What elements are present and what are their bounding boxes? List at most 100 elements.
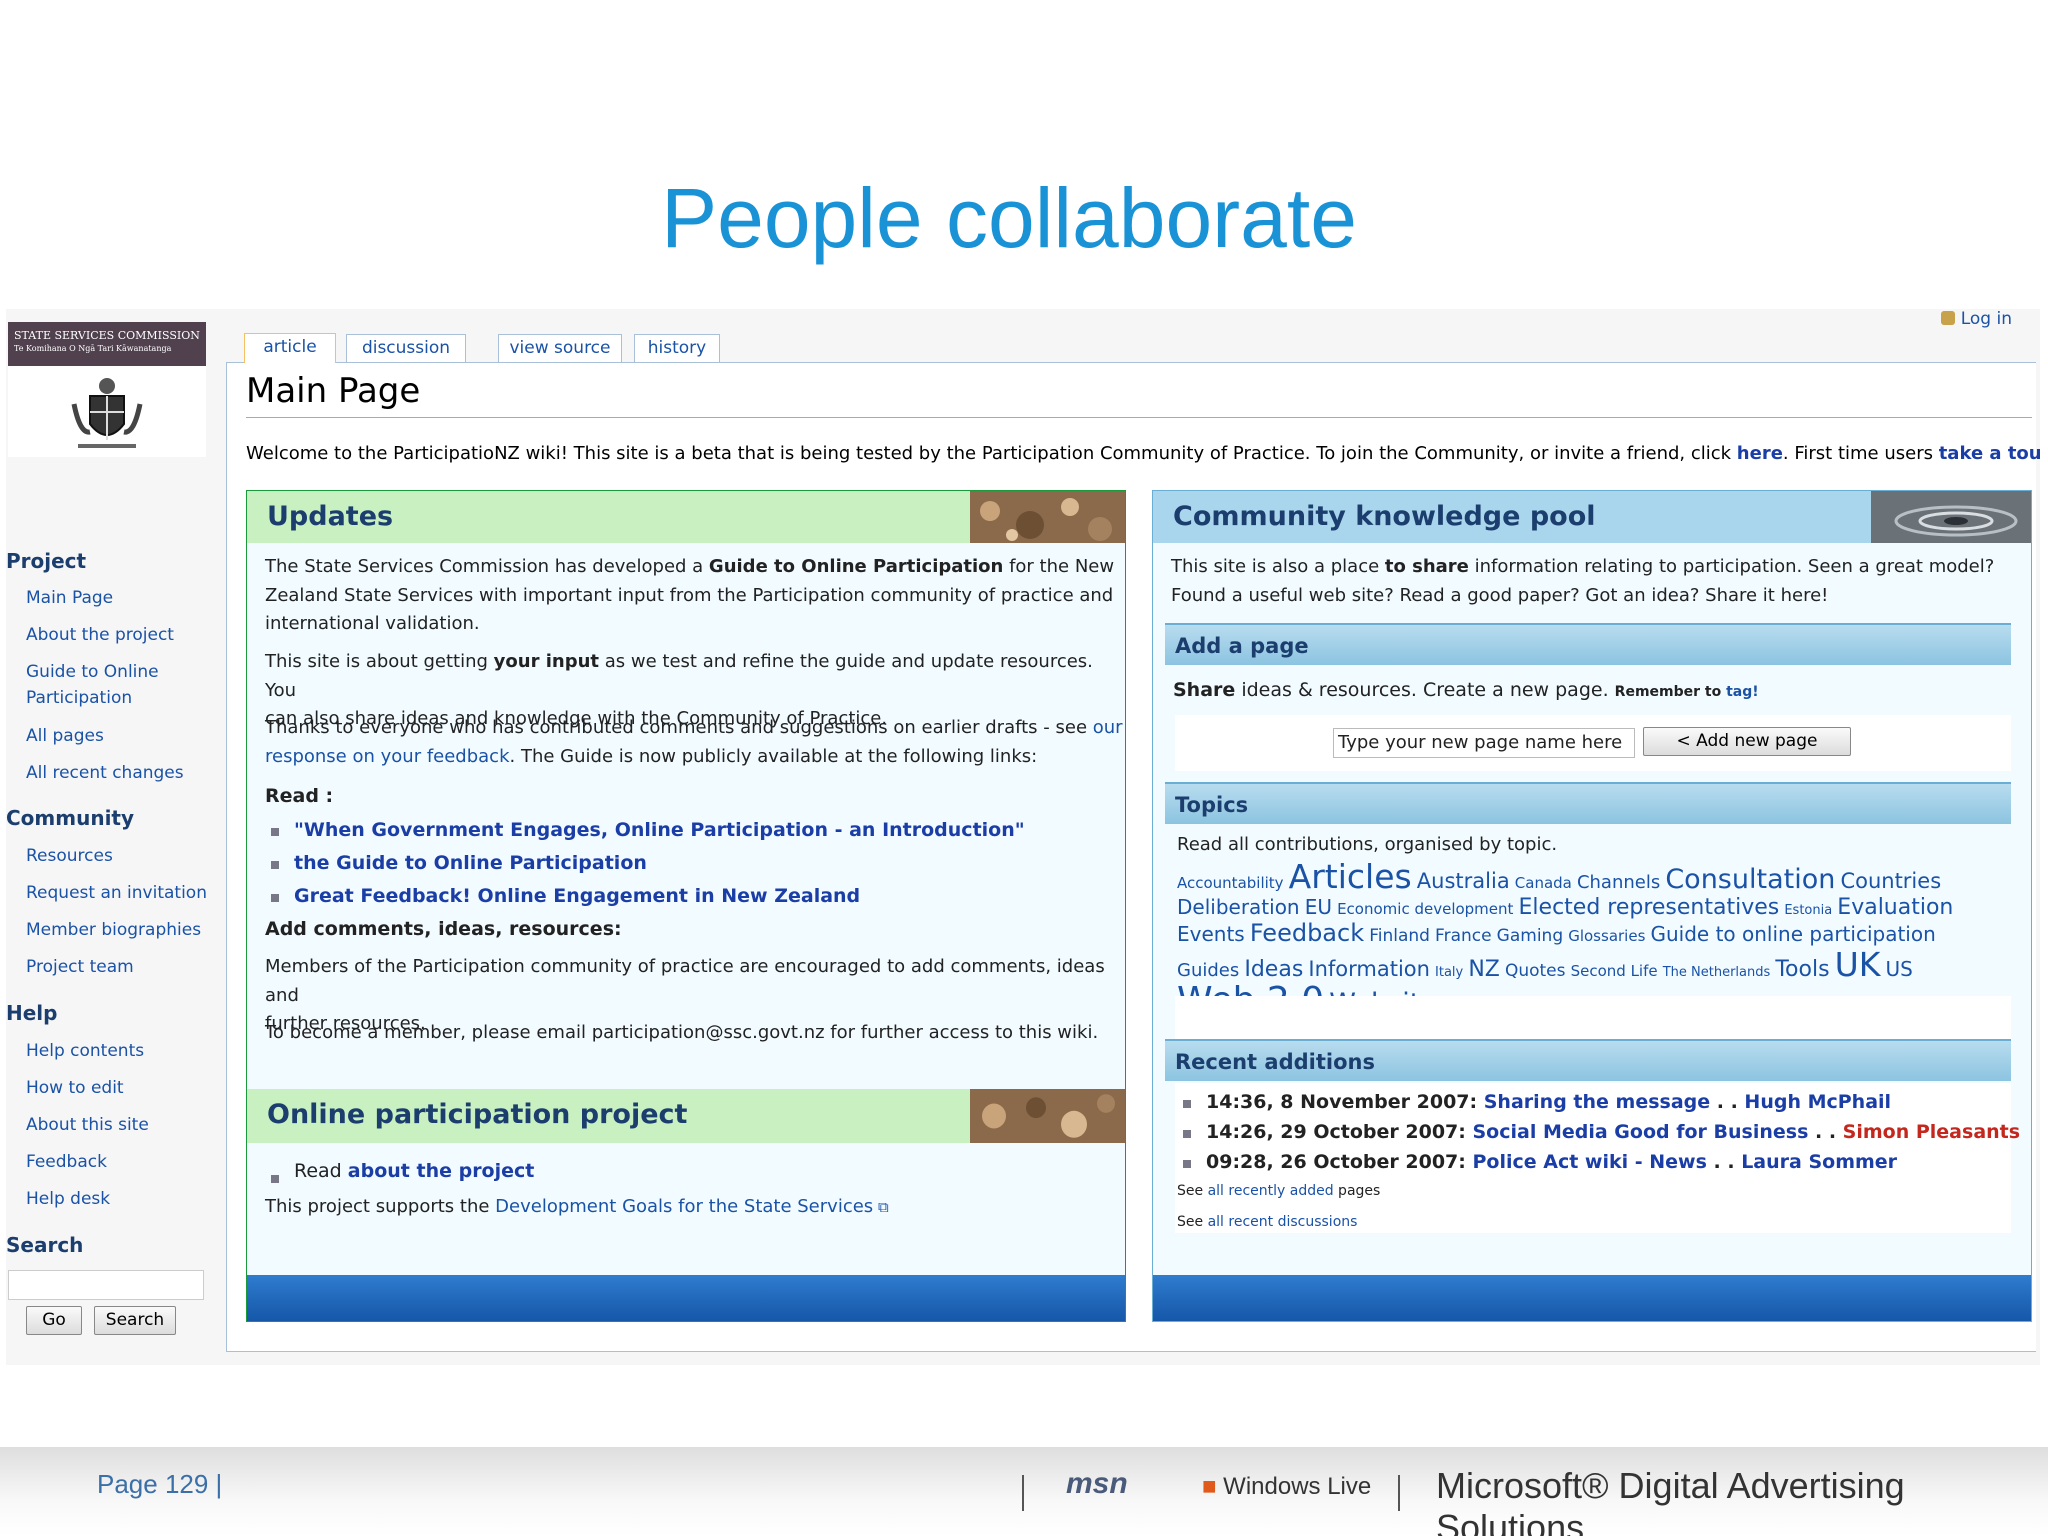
recent-additions-heading: Recent additions: [1165, 1039, 2011, 1081]
ssc-logo[interactable]: STATE SERVICES COMMISSION Te Komihana O …: [8, 322, 206, 457]
tag-link[interactable]: France: [1435, 926, 1492, 946]
add-comments-heading: Add comments, ideas, resources:: [265, 918, 622, 940]
nav-recent-changes[interactable]: All recent changes: [26, 760, 184, 786]
tag-link[interactable]: Channels: [1577, 872, 1660, 893]
microsoft-das-logo: Microsoft® Digital Advertising Solutions: [1436, 1465, 1905, 1536]
community-panel: Community knowledge pool This site is al…: [1152, 490, 2032, 1322]
recent-user-link[interactable]: Simon Pleasants: [1843, 1121, 2020, 1143]
nav-help-desk[interactable]: Help desk: [26, 1186, 110, 1212]
tag-link[interactable]: US: [1886, 957, 1913, 981]
tab-article[interactable]: article: [244, 333, 336, 363]
nav-member-bios[interactable]: Member biographies: [26, 917, 201, 943]
search-button[interactable]: Search: [94, 1306, 176, 1335]
recent-page-link[interactable]: Social Media Good for Business: [1473, 1121, 1809, 1143]
tag-link[interactable]: Quotes: [1505, 961, 1566, 981]
recent-page-link[interactable]: Police Act wiki - News: [1473, 1151, 1707, 1173]
tag-link[interactable]: Italy: [1435, 965, 1463, 980]
tag-link[interactable]: Finland: [1369, 926, 1430, 946]
tag-link[interactable]: Second Life: [1571, 962, 1658, 980]
guide-intro-link[interactable]: "When Government Engages, Online Partici…: [271, 819, 1025, 841]
windows-flag-icon: ■: [1202, 1473, 1217, 1500]
footer-divider: [1022, 1475, 1024, 1511]
new-page-name-input[interactable]: Type your new page name here: [1333, 728, 1635, 758]
development-goals-link[interactable]: Development Goals for the State Services: [495, 1196, 873, 1217]
tag-link[interactable]: Countries: [1840, 869, 1941, 893]
go-button[interactable]: Go: [26, 1306, 82, 1335]
topics-spacer: [1175, 996, 2011, 1042]
tab-view-source[interactable]: view source: [498, 334, 622, 362]
windows-live-logo: ■ Windows Live: [1202, 1473, 1372, 1500]
tag-link[interactable]: Australia: [1417, 869, 1510, 893]
tag-link[interactable]: Glossaries: [1568, 927, 1645, 945]
updates-footer-band: [247, 1275, 1125, 1321]
recent-discussions-link[interactable]: all recent discussions: [1208, 1214, 1358, 1230]
about-project-link[interactable]: about the project: [348, 1160, 535, 1182]
nav-help-contents[interactable]: Help contents: [26, 1038, 144, 1064]
tag-link[interactable]: Feedback: [1250, 919, 1364, 947]
nav-about-project[interactable]: About the project: [26, 622, 174, 648]
logo-line1: STATE SERVICES COMMISSION: [14, 329, 200, 342]
see-recent-discussions: See all recent discussions: [1177, 1214, 1358, 1230]
nav-heading-project: Project: [6, 549, 87, 573]
nav-heading-community: Community: [6, 806, 135, 830]
nav-resources[interactable]: Resources: [26, 843, 113, 869]
tag-link[interactable]: Accountability: [1177, 874, 1284, 892]
updates-para-1: The State Services Commission has develo…: [265, 556, 1115, 634]
nav-guide-participation[interactable]: Participation: [26, 685, 132, 711]
recent-item: 14:26, 29 October 2007: Social Media Goo…: [1182, 1121, 2021, 1143]
tag-link[interactable]: Estonia: [1784, 903, 1832, 918]
rocks-image: [970, 491, 1125, 543]
updates-panel: Updates The State Services Commission ha…: [246, 490, 1126, 1322]
add-new-page-button[interactable]: < Add new page: [1643, 727, 1851, 756]
tag-link[interactable]: The Netherlands: [1663, 965, 1771, 980]
recent-user-link[interactable]: Hugh McPhail: [1744, 1091, 1891, 1113]
login-link[interactable]: Log in: [1940, 309, 2012, 329]
tab-history[interactable]: history: [634, 334, 720, 362]
tag-link[interactable]: Elected representatives: [1519, 895, 1780, 920]
recent-item: 14:36, 8 November 2007: Sharing the mess…: [1182, 1091, 1892, 1113]
external-link-icon: ⧉: [873, 1198, 889, 1216]
tag-link[interactable]: Guide to online participation: [1650, 922, 1935, 946]
tag-link[interactable]: NZ: [1468, 957, 1500, 982]
our-response-link-cont[interactable]: response on your feedback: [265, 746, 510, 767]
tag-link[interactable]: Gaming: [1497, 926, 1563, 946]
tag-link[interactable]: EU: [1305, 895, 1332, 919]
tag-link[interactable]: Tools: [1775, 957, 1829, 982]
take-tour-link[interactable]: take a tour: [1939, 443, 2040, 464]
tag-link[interactable]: Guides: [1177, 960, 1239, 981]
recent-item: 09:28, 26 October 2007: Police Act wiki …: [1182, 1151, 1898, 1173]
tag-link[interactable]: Deliberation: [1177, 895, 1300, 919]
nav-request-invitation[interactable]: Request an invitation: [26, 880, 207, 906]
tag-link[interactable]: Consultation: [1665, 864, 1835, 895]
slide-title: People collaborate: [661, 171, 1357, 265]
tag-link[interactable]: Ideas: [1244, 957, 1303, 982]
nav-feedback[interactable]: Feedback: [26, 1149, 107, 1175]
footer-divider: [1398, 1475, 1400, 1511]
nav-heading-help: Help: [6, 1001, 58, 1025]
tag-link[interactable]: UK: [1835, 945, 1881, 984]
tag-link[interactable]: Economic development: [1337, 900, 1513, 918]
nav-about-site[interactable]: About this site: [26, 1112, 149, 1138]
tag-link[interactable]: Canada: [1515, 874, 1572, 892]
guide-link[interactable]: the Guide to Online Participation: [271, 852, 647, 874]
our-response-link[interactable]: our: [1093, 717, 1123, 738]
nav-guide-online[interactable]: Guide to Online: [26, 659, 159, 685]
user-icon: [1940, 311, 1955, 325]
great-feedback-link[interactable]: Great Feedback! Online Engagement in New…: [270, 885, 860, 907]
recent-user-link[interactable]: Laura Sommer: [1741, 1151, 1897, 1173]
tab-discussion[interactable]: discussion: [346, 334, 466, 362]
community-footer-band: [1153, 1275, 2031, 1321]
recently-added-link[interactable]: all recently added: [1208, 1183, 1334, 1199]
tag-link[interactable]: Events: [1177, 922, 1245, 946]
here-link[interactable]: here: [1737, 443, 1783, 464]
tag-link[interactable]: tag!: [1726, 684, 1759, 700]
tag-link[interactable]: Evaluation: [1837, 895, 1953, 920]
nav-all-pages[interactable]: All pages: [26, 723, 104, 749]
nav-how-to-edit[interactable]: How to edit: [26, 1075, 124, 1101]
tag-link[interactable]: Information: [1308, 957, 1430, 981]
sidebar-search-input[interactable]: [8, 1270, 204, 1300]
recent-page-link[interactable]: Sharing the message: [1484, 1091, 1710, 1113]
nav-project-team[interactable]: Project team: [26, 954, 134, 980]
tag-link[interactable]: Articles: [1289, 857, 1412, 896]
nav-main-page[interactable]: Main Page: [26, 585, 113, 611]
